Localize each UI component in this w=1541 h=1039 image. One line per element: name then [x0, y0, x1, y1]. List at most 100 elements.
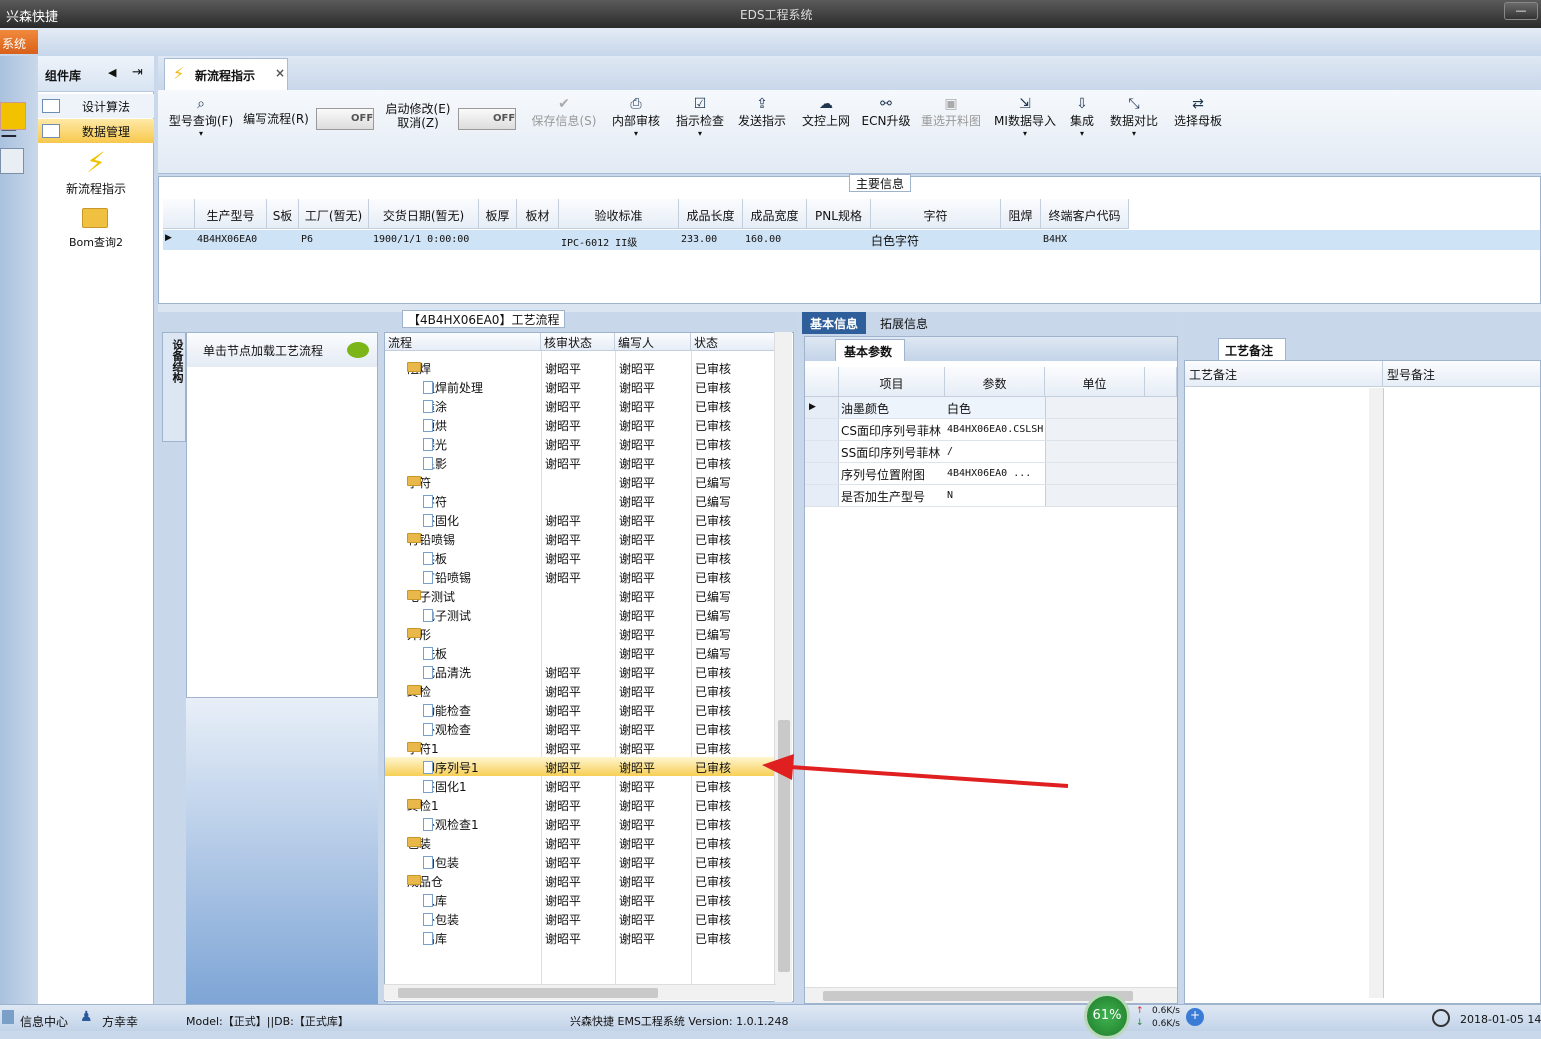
- resource-gauge[interactable]: 61%: [1084, 993, 1130, 1039]
- flow-row[interactable]: 终固化1 谢昭平 谢昭平 已审核: [385, 776, 777, 795]
- flow-row[interactable]: 出库 谢昭平 谢昭平 已审核: [385, 928, 777, 947]
- parameter-unit[interactable]: [1045, 441, 1177, 462]
- parameter-value[interactable]: N: [947, 490, 953, 501]
- column-header[interactable]: 阻焊: [1001, 199, 1041, 229]
- flow-row[interactable]: 铣板 谢昭平 已编写: [385, 643, 777, 662]
- data-compare-button[interactable]: ⤡ 数据对比 ▾: [1106, 96, 1162, 138]
- flow-row[interactable]: 电子测试 谢昭平 已编写: [385, 605, 777, 624]
- column-header[interactable]: 字符: [871, 199, 1001, 229]
- tab-new-flow[interactable]: ⚡ 新流程指示 ×: [164, 58, 288, 90]
- column-header[interactable]: [1145, 367, 1177, 397]
- close-icon[interactable]: ×: [275, 66, 285, 80]
- column-header[interactable]: 型号备注: [1383, 361, 1540, 387]
- write-flow-toggle[interactable]: OFF: [316, 108, 374, 130]
- column-header[interactable]: 核审状态: [541, 333, 615, 351]
- flow-row[interactable]: 预烘 谢昭平 谢昭平 已审核: [385, 415, 777, 434]
- column-header[interactable]: 编写人: [615, 333, 691, 351]
- library-item-design-algorithm[interactable]: 设计算法: [38, 94, 154, 118]
- parameter-row[interactable]: ▶ 油墨颜色 白色: [805, 397, 1177, 419]
- flow-row[interactable]: 曝光 谢昭平 谢昭平 已审核: [385, 434, 777, 453]
- doc-online-button[interactable]: ☁ 文控上网: [798, 96, 854, 129]
- flow-row[interactable]: 显影 谢昭平 谢昭平 已审核: [385, 453, 777, 472]
- parameter-unit[interactable]: [1045, 463, 1177, 484]
- parameter-value[interactable]: 4B4HX06EA0 ...: [947, 468, 1031, 479]
- flow-row[interactable]: 烘板 谢昭平 谢昭平 已审核: [385, 548, 777, 567]
- flow-row[interactable]: ⊟电子测试 谢昭平 已编写: [385, 586, 777, 605]
- parameter-unit[interactable]: [1045, 419, 1177, 440]
- column-header[interactable]: 参数: [945, 367, 1045, 397]
- plus-icon[interactable]: +: [1186, 1008, 1204, 1026]
- vertical-scrollbar[interactable]: [1369, 388, 1383, 998]
- process-remark-text[interactable]: [1185, 388, 1369, 998]
- flow-row[interactable]: ⊟外形 谢昭平 已编写: [385, 624, 777, 643]
- flow-row[interactable]: 外包装 谢昭平 谢昭平 已审核: [385, 909, 777, 928]
- column-header[interactable]: 交货日期(暂无): [369, 199, 479, 229]
- column-header[interactable]: 成品长度: [679, 199, 743, 229]
- vertical-scrollbar[interactable]: [774, 332, 792, 1002]
- flow-row[interactable]: 印序列号1 谢昭平 谢昭平 已审核: [385, 757, 777, 776]
- scroll-thumb[interactable]: [823, 991, 1133, 1001]
- column-header[interactable]: 流程: [385, 333, 541, 351]
- column-header[interactable]: PNL规格: [807, 199, 871, 229]
- flow-row[interactable]: ⊟终检1 谢昭平 谢昭平 已审核: [385, 795, 777, 814]
- parameter-row[interactable]: 是否加生产型号 N: [805, 485, 1177, 507]
- tool-new-flow[interactable]: ⚡ 新流程指示: [38, 146, 154, 197]
- column-header[interactable]: 单位: [1045, 367, 1145, 397]
- flow-row[interactable]: 入库 谢昭平 谢昭平 已审核: [385, 890, 777, 909]
- flow-row[interactable]: ⊟终检 谢昭平 谢昭平 已审核: [385, 681, 777, 700]
- scroll-thumb[interactable]: [778, 720, 790, 972]
- reselect-cutting-button[interactable]: ▣ 重选开料图: [918, 96, 984, 129]
- table-row[interactable]: [163, 230, 1540, 250]
- parameter-row[interactable]: CS面印序列号菲林 4B4HX06EA0.CSLSH: [805, 419, 1177, 441]
- pin-icon[interactable]: ⇥: [132, 65, 143, 80]
- library-item-data-management[interactable]: 数据管理: [38, 119, 154, 143]
- send-instruction-button[interactable]: ⇪ 发送指示: [734, 96, 790, 129]
- flow-row[interactable]: 功能检查 谢昭平 谢昭平 已审核: [385, 700, 777, 719]
- flow-row[interactable]: 阻焊前处理 谢昭平 谢昭平 已审核: [385, 377, 777, 396]
- tool-bom-query[interactable]: Bom查询2: [38, 204, 154, 250]
- save-info-button[interactable]: ✔ 保存信息(S): [528, 96, 600, 129]
- module-icon[interactable]: [0, 102, 26, 130]
- minimize-button[interactable]: —: [1504, 2, 1538, 20]
- flow-row[interactable]: 成品清洗 谢昭平 谢昭平 已审核: [385, 662, 777, 681]
- parameter-unit[interactable]: [1045, 397, 1177, 418]
- column-header[interactable]: 板材: [517, 199, 559, 229]
- column-header[interactable]: 验收标准: [559, 199, 679, 229]
- tab-basic-params[interactable]: 基本参数: [835, 339, 905, 361]
- flow-row[interactable]: 有铅喷锡 谢昭平 谢昭平 已审核: [385, 567, 777, 586]
- parameter-value[interactable]: 4B4HX06EA0.CSLSH: [947, 424, 1043, 435]
- column-header[interactable]: 状态: [691, 333, 777, 351]
- flow-row[interactable]: 喷涂 谢昭平 谢昭平 已审核: [385, 396, 777, 415]
- select-mother-board-button[interactable]: ⇄ 选择母板: [1170, 96, 1226, 129]
- column-header[interactable]: 工艺备注: [1185, 361, 1383, 387]
- parameter-row[interactable]: 序列号位置附图 4B4HX06EA0 ...: [805, 463, 1177, 485]
- modify-toggle[interactable]: OFF: [458, 108, 516, 130]
- scroll-thumb[interactable]: [398, 988, 658, 998]
- column-header[interactable]: 生产型号: [195, 199, 267, 229]
- column-header[interactable]: 工厂(暂无): [299, 199, 369, 229]
- flow-row[interactable]: 外观检查1 谢昭平 谢昭平 已审核: [385, 814, 777, 833]
- tab-basic-info[interactable]: 基本信息: [802, 312, 867, 334]
- column-header[interactable]: S板: [267, 199, 299, 229]
- flow-row[interactable]: 内包装 谢昭平 谢昭平 已审核: [385, 852, 777, 871]
- flow-row[interactable]: ⊟字符 谢昭平 已编写: [385, 472, 777, 491]
- tab-equipment-structure[interactable]: 设备结构: [162, 332, 186, 442]
- mi-import-button[interactable]: ⇲ MI数据导入 ▾: [992, 96, 1058, 138]
- parameter-row[interactable]: SS面印序列号菲林 /: [805, 441, 1177, 463]
- info-center[interactable]: 信息中心: [20, 1013, 68, 1030]
- model-query-button[interactable]: ⌕ 型号查询(F) ▾: [166, 96, 236, 138]
- system-button[interactable]: 系统: [0, 30, 38, 54]
- calculator-icon[interactable]: [0, 148, 24, 174]
- tab-process-remark[interactable]: 工艺备注: [1218, 338, 1286, 360]
- flow-row[interactable]: ⊟有铅喷锡 谢昭平 谢昭平 已审核: [385, 529, 777, 548]
- column-header[interactable]: 板厚: [479, 199, 517, 229]
- column-header[interactable]: 成品宽度: [743, 199, 807, 229]
- instruction-check-button[interactable]: ☑ 指示检查 ▾: [672, 96, 728, 138]
- ecn-upgrade-button[interactable]: ⚯ ECN升级: [858, 96, 914, 129]
- chevron-left-icon[interactable]: ◀: [108, 66, 116, 79]
- flow-row[interactable]: 字符 谢昭平 已编写: [385, 491, 777, 510]
- parameter-value[interactable]: 白色: [947, 400, 971, 417]
- column-header[interactable]: 终端客户代码: [1041, 199, 1129, 229]
- parameter-unit[interactable]: [1045, 485, 1177, 506]
- flow-row[interactable]: ⊟字符1 谢昭平 谢昭平 已审核: [385, 738, 777, 757]
